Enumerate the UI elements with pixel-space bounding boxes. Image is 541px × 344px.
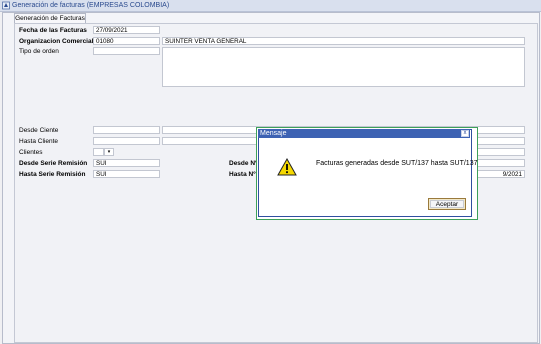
fecha-field[interactable]: 27/09/2021 [93, 26, 160, 34]
chevron-down-icon[interactable]: ▾ [104, 148, 114, 156]
org-name-field: SUINTER VENTA GENERAL [162, 37, 525, 45]
dialog-message: Facturas generadas desde SUT/137 hasta S… [316, 160, 478, 167]
fecha-label: Fecha de las Facturas [19, 27, 87, 34]
hasta-no-label: Hasta Nº I [229, 171, 260, 178]
window-title: Generación de facturas (EMPRESAS COLOMBI… [12, 1, 170, 9]
tipo-orden-code-field[interactable] [93, 47, 160, 55]
hasta-serie-label: Hasta Serie Remisión [19, 171, 86, 178]
tipo-orden-list[interactable] [162, 47, 525, 87]
desde-serie-label: Desde Serie Remisión [19, 160, 88, 167]
hasta-cliente-field[interactable] [93, 137, 160, 145]
org-code-field[interactable]: 01080 [93, 37, 160, 45]
desde-cliente-label: Desde Ciente [19, 127, 59, 134]
accept-button-label: Aceptar [430, 200, 464, 208]
close-icon[interactable]: x [461, 130, 469, 137]
hasta-serie-field[interactable]: SUI [93, 170, 160, 178]
tab-generacion-facturas[interactable]: Generación de Facturas [14, 13, 86, 23]
accept-button[interactable]: Aceptar [428, 198, 466, 210]
clientes-label: Clientes [19, 149, 43, 156]
desde-cliente-extra-field [476, 126, 525, 134]
desde-cliente-field[interactable] [93, 126, 160, 134]
app-icon [2, 1, 10, 10]
dialog-titlebar [258, 129, 470, 138]
desde-serie-field[interactable]: SUI [93, 159, 160, 167]
tipo-orden-label: Tipo de orden [19, 48, 59, 55]
warning-icon [277, 158, 297, 176]
hasta-cliente-label: Hasta Cliente [19, 138, 59, 145]
dialog-title: Mensaje [260, 130, 287, 137]
clientes-extra-field [476, 148, 525, 156]
org-label: Organizacion Comercial [19, 38, 94, 45]
desde-fecha-field[interactable] [476, 159, 525, 167]
hasta-fecha-field[interactable]: 9/2021 [476, 170, 525, 178]
hasta-cliente-extra-field [476, 137, 525, 145]
clientes-combo[interactable] [93, 148, 104, 156]
